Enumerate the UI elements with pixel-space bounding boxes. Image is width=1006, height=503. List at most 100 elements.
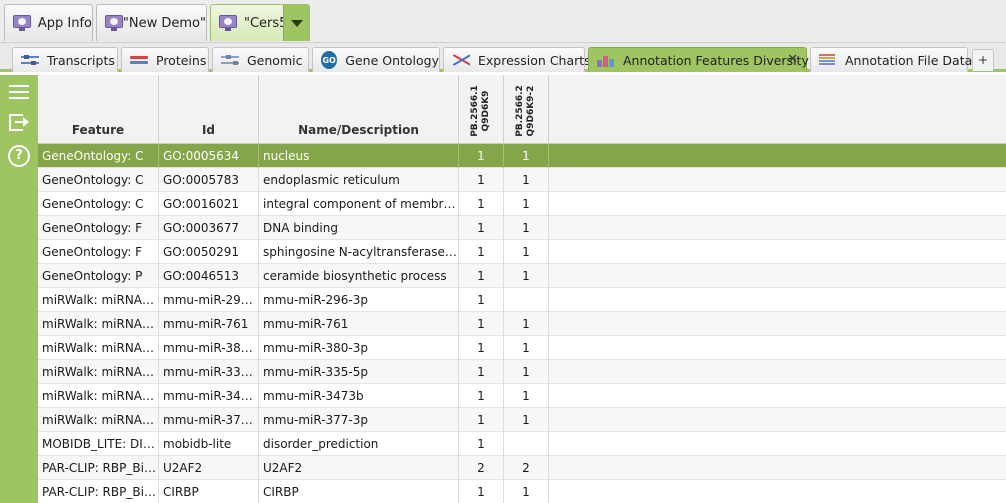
- app-info-icon: [13, 15, 31, 31]
- cell-name: mmu-miR-761: [259, 312, 459, 336]
- column-header-id[interactable]: Id: [159, 75, 259, 144]
- cell-sample-1: 1: [459, 336, 504, 360]
- tab-annotation-features-diversity[interactable]: Annotation Features Diversity ✕: [588, 47, 809, 72]
- column-header-feature[interactable]: Feature: [38, 75, 159, 144]
- table-row[interactable]: PAR-CLIP: RBP_Bin... CIRBP CIRBP 1 1: [38, 480, 1006, 503]
- cell-feature: miRWalk: miRNA_B...: [38, 384, 159, 408]
- tab-expression-charts[interactable]: Expression Charts: [443, 47, 591, 72]
- cell-feature: miRWalk: miRNA_B...: [38, 288, 159, 312]
- cell-sample-1: 1: [459, 264, 504, 288]
- chevron-down-icon[interactable]: [283, 5, 309, 41]
- cell-feature: MOBIDB_LITE: DIS...: [38, 432, 159, 456]
- cell-sample-1: 1: [459, 168, 504, 192]
- table-row[interactable]: miRWalk: miRNA_B... mmu-miR-296-... mmu-mi…: [38, 288, 1006, 312]
- cell-sample-1: 1: [459, 192, 504, 216]
- transcripts-icon: [21, 53, 39, 67]
- cell-sample-1: 1: [459, 288, 504, 312]
- cell-id: GO:0003677: [159, 216, 259, 240]
- cell-feature: miRWalk: miRNA_B...: [38, 360, 159, 384]
- column-header-sample-2[interactable]: PB.2566.2 Q9D6K9-2: [504, 75, 549, 144]
- genomic-icon: [221, 53, 239, 67]
- tab-gene-ontology[interactable]: GO Gene Ontology: [312, 47, 440, 72]
- cell-name: mmu-miR-377-3p: [259, 408, 459, 432]
- tab-proteins[interactable]: Proteins: [121, 47, 209, 72]
- tab-cers5[interactable]: "Cers5": [210, 4, 310, 41]
- cell-id: GO:0005783: [159, 168, 259, 192]
- cell-sample-1: 1: [459, 360, 504, 384]
- cell-sample-1: 1: [459, 240, 504, 264]
- cell-id: GO:0016021: [159, 192, 259, 216]
- cell-id: mmu-miR-380-...: [159, 336, 259, 360]
- gene-ontology-icon: GO: [321, 51, 338, 69]
- cell-name: ceramide biosynthetic process: [259, 264, 459, 288]
- table-row[interactable]: GeneOntology: C GO:0016021 integral compon…: [38, 192, 1006, 216]
- cell-sample-1: 2: [459, 456, 504, 480]
- table-row[interactable]: miRWalk: miRNA_B... mmu-miR-3473b mmu-miR-…: [38, 384, 1006, 408]
- table-row[interactable]: GeneOntology: F GO:0050291 sphingosine N-a…: [38, 240, 1006, 264]
- cell-id: CIRBP: [159, 480, 259, 503]
- cell-feature: PAR-CLIP: RBP_Bin...: [38, 480, 159, 503]
- tab-label: Expression Charts: [478, 52, 591, 68]
- proteins-icon: [130, 53, 148, 67]
- tab-new-demo[interactable]: "New Demo": [96, 4, 207, 41]
- cell-sample-2: 1: [504, 336, 549, 360]
- table-row[interactable]: miRWalk: miRNA_B... mmu-miR-335-... mmu-mi…: [38, 360, 1006, 384]
- cell-id: mmu-miR-335-...: [159, 360, 259, 384]
- table-row[interactable]: miRWalk: miRNA_B... mmu-miR-761 mmu-miR-76…: [38, 312, 1006, 336]
- project-icon: [105, 15, 123, 31]
- cell-id: mmu-miR-761: [159, 312, 259, 336]
- cell-feature: miRWalk: miRNA_B...: [38, 408, 159, 432]
- cell-feature: GeneOntology: F: [38, 216, 159, 240]
- diversity-icon: [597, 53, 615, 67]
- cell-name: U2AF2: [259, 456, 459, 480]
- annotation-features-table: Feature Id Name/Description PB.2566.1 Q9D…: [38, 75, 1006, 503]
- cell-name: mmu-miR-335-5p: [259, 360, 459, 384]
- cell-sample-1: 1: [459, 216, 504, 240]
- tab-annotation-file-data[interactable]: Annotation File Data: [810, 47, 972, 72]
- table-row[interactable]: MOBIDB_LITE: DIS... mobidb-lite disorder_p…: [38, 432, 1006, 456]
- tab-label: "New Demo": [122, 15, 206, 31]
- cell-sample-2: 1: [504, 240, 549, 264]
- help-icon[interactable]: ?: [8, 145, 30, 167]
- tab-label: Proteins: [156, 52, 207, 68]
- file-data-icon: [819, 53, 837, 67]
- add-tab-button[interactable]: +: [972, 49, 994, 71]
- cell-sample-2: 1: [504, 144, 549, 168]
- project-tab-bar: App Info "New Demo" "Cers5": [0, 0, 1006, 43]
- view-tab-bar: Transcripts Proteins Genomic GO Gene Ont…: [0, 43, 1006, 72]
- column-header-sample-1[interactable]: PB.2566.1 Q9D6K9: [459, 75, 504, 144]
- table-row[interactable]: GeneOntology: P GO:0046513 ceramide biosyn…: [38, 264, 1006, 288]
- tab-label: App Info: [37, 15, 92, 31]
- cell-name: sphingosine N-acyltransferase acti...: [259, 240, 459, 264]
- cell-sample-2: 1: [504, 168, 549, 192]
- table-row[interactable]: PAR-CLIP: RBP_Bin... U2AF2 U2AF2 2 2: [38, 456, 1006, 480]
- cell-feature: GeneOntology: C: [38, 192, 159, 216]
- table-row[interactable]: miRWalk: miRNA_B... mmu-miR-377-... mmu-mi…: [38, 408, 1006, 432]
- cell-id: mmu-miR-296-...: [159, 288, 259, 312]
- side-toolbar: ?: [0, 75, 38, 503]
- table-row[interactable]: GeneOntology: C GO:0005783 endoplasmic ret…: [38, 168, 1006, 192]
- menu-icon[interactable]: [8, 81, 30, 103]
- cell-sample-2: 1: [504, 384, 549, 408]
- tab-label: Annotation Features Diversity: [623, 52, 809, 68]
- tab-label: Annotation File Data: [845, 52, 973, 68]
- column-header-name[interactable]: Name/Description: [259, 75, 459, 144]
- tab-app-info[interactable]: App Info: [4, 4, 93, 41]
- project-icon: [219, 15, 237, 31]
- cell-feature: PAR-CLIP: RBP_Bin...: [38, 456, 159, 480]
- export-icon[interactable]: [8, 112, 30, 134]
- tab-label: Transcripts: [47, 52, 115, 68]
- close-icon[interactable]: ✕: [787, 52, 798, 67]
- expression-chart-icon: [452, 53, 470, 67]
- table-header: Feature Id Name/Description PB.2566.1 Q9D…: [38, 75, 1006, 144]
- table-row[interactable]: GeneOntology: C GO:0005634 nucleus 1 1: [38, 144, 1006, 168]
- tab-genomic[interactable]: Genomic: [212, 47, 309, 72]
- cell-id: GO:0046513: [159, 264, 259, 288]
- table-row[interactable]: GeneOntology: F GO:0003677 DNA binding 1 1: [38, 216, 1006, 240]
- cell-feature: GeneOntology: C: [38, 144, 159, 168]
- cell-sample-2: 1: [504, 480, 549, 503]
- table-row[interactable]: miRWalk: miRNA_B... mmu-miR-380-... mmu-mi…: [38, 336, 1006, 360]
- cell-sample-2: 1: [504, 360, 549, 384]
- tab-transcripts[interactable]: Transcripts: [12, 47, 118, 72]
- cell-feature: miRWalk: miRNA_B...: [38, 312, 159, 336]
